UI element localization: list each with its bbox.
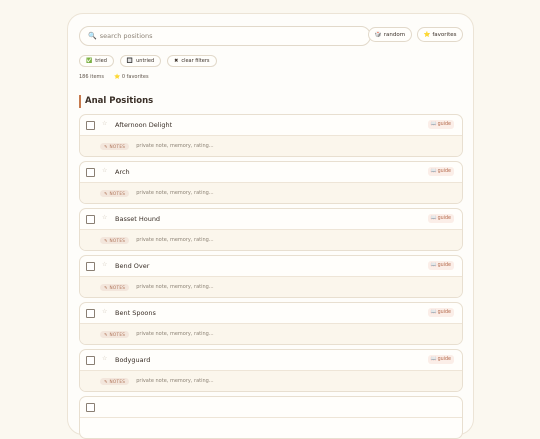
guide-button[interactable]: 📖 guide (427, 308, 454, 317)
position-name: Bend Over (115, 262, 150, 270)
position-name: Bent Spoons (115, 309, 156, 317)
guide-label: guide (437, 310, 451, 315)
note-placeholder: private note, memory, rating... (136, 237, 214, 243)
checkmark-icon: ✅ (86, 58, 93, 64)
book-icon: 📖 (430, 310, 437, 315)
position-name: Afternoon Delight (115, 121, 173, 129)
guide-label: guide (437, 216, 451, 221)
book-icon: 📖 (430, 122, 437, 127)
notes-row[interactable]: ✎ NOTES private note, memory, rating... (80, 183, 462, 203)
favorite-star-icon[interactable]: ☆ (102, 308, 107, 315)
notes-tag: ✎ NOTES (100, 236, 130, 244)
star-icon: ⭐ (114, 74, 121, 80)
position-name: Arch (115, 168, 130, 176)
note-placeholder: private note, memory, rating... (136, 284, 214, 290)
search-icon: 🔍 (88, 32, 97, 40)
book-icon: 📖 (430, 169, 437, 174)
tried-checkbox[interactable] (86, 309, 95, 318)
guide-label: guide (437, 122, 451, 127)
clear-filters-button[interactable]: ✖ clear filters (167, 55, 217, 67)
notes-row[interactable]: ✎ NOTES private note, memory, rating... (80, 324, 462, 344)
search-input[interactable] (99, 32, 350, 40)
position-name: Basset Hound (115, 215, 161, 223)
notes-tag: ✎ NOTES (100, 377, 130, 385)
stats-row: 186 items ⭐ 0 favorites (79, 74, 149, 80)
list-item: ☆ Bend Over 📖 guide ✎ NOTES private note… (79, 255, 463, 298)
notes-row[interactable]: ✎ NOTES private note, memory, rating... (80, 277, 462, 297)
notes-tag: ✎ NOTES (100, 142, 130, 150)
favorites-count: ⭐ 0 favorites (114, 74, 149, 80)
item-header: ☆ Bodyguard 📖 guide (80, 350, 462, 371)
favorites-button[interactable]: ⭐ favorites (417, 27, 463, 42)
random-button[interactable]: 🎲 random (368, 27, 412, 42)
tried-checkbox[interactable] (86, 403, 95, 412)
notes-tag: ✎ NOTES (100, 189, 130, 197)
guide-button[interactable]: 📖 guide (427, 214, 454, 223)
book-icon: 📖 (430, 357, 437, 362)
guide-button[interactable]: 📖 guide (427, 120, 454, 129)
tried-checkbox[interactable] (86, 262, 95, 271)
book-icon: 📖 (430, 263, 437, 268)
guide-button[interactable]: 📖 guide (427, 261, 454, 270)
guide-button[interactable]: 📖 guide (427, 167, 454, 176)
top-bar: 🔍 🎲 random ⭐ favorites (79, 26, 463, 46)
notes-row[interactable]: ✎ NOTES private note, memory, rating... (80, 136, 462, 156)
tried-checkbox[interactable] (86, 121, 95, 130)
notes-row[interactable]: ✎ NOTES private note, memory, rating... (80, 371, 462, 391)
item-header (80, 397, 462, 418)
filter-label: untried (136, 58, 155, 64)
filter-label: clear filters (181, 58, 210, 64)
note-placeholder: private note, memory, rating... (136, 331, 214, 337)
random-label: random (383, 31, 406, 38)
empty-box-icon: 🔲 (126, 58, 134, 64)
list-item (79, 396, 463, 439)
main-card: 🔍 🎲 random ⭐ favorites ✅ tried 🔲 untried… (67, 13, 474, 439)
list-item: ☆ Arch 📖 guide ✎ NOTES private note, mem… (79, 161, 463, 204)
favorite-star-icon[interactable]: ☆ (102, 120, 107, 127)
favorites-label: favorites (432, 31, 457, 38)
guide-label: guide (437, 169, 451, 174)
section-title: Anal Positions (79, 95, 153, 108)
favorite-star-icon[interactable]: ☆ (102, 261, 107, 268)
favorites-count-label: 0 favorites (121, 74, 149, 80)
notes-tag: ✎ NOTES (100, 283, 130, 291)
tried-checkbox[interactable] (86, 168, 95, 177)
notes-tag: ✎ NOTES (100, 330, 130, 338)
filter-tried[interactable]: ✅ tried (79, 55, 114, 67)
list-item: ☆ Afternoon Delight 📖 guide ✎ NOTES priv… (79, 114, 463, 157)
tried-checkbox[interactable] (86, 356, 95, 365)
filter-untried[interactable]: 🔲 untried (119, 55, 162, 67)
star-icon: ⭐ (423, 31, 431, 38)
item-header: ☆ Basset Hound 📖 guide (80, 209, 462, 230)
tried-checkbox[interactable] (86, 215, 95, 224)
search-box[interactable]: 🔍 (79, 26, 371, 46)
note-placeholder: private note, memory, rating... (136, 190, 214, 196)
guide-label: guide (437, 263, 451, 268)
favorite-star-icon[interactable]: ☆ (102, 167, 107, 174)
item-header: ☆ Bent Spoons 📖 guide (80, 303, 462, 324)
list-item: ☆ Basset Hound 📖 guide ✎ NOTES private n… (79, 208, 463, 251)
position-name: Bodyguard (115, 356, 151, 364)
item-count: 186 items (79, 74, 105, 80)
favorite-star-icon[interactable]: ☆ (102, 355, 107, 362)
filter-label: tried (95, 58, 107, 64)
notes-row[interactable]: ✎ NOTES private note, memory, rating... (80, 230, 462, 250)
dice-icon: 🎲 (374, 31, 382, 38)
close-icon: ✖ (174, 58, 179, 64)
favorite-star-icon[interactable]: ☆ (102, 214, 107, 221)
guide-label: guide (437, 357, 451, 362)
note-placeholder: private note, memory, rating... (136, 378, 214, 384)
item-header: ☆ Bend Over 📖 guide (80, 256, 462, 277)
filter-bar: ✅ tried 🔲 untried ✖ clear filters (79, 55, 217, 68)
list-item: ☆ Bent Spoons 📖 guide ✎ NOTES private no… (79, 302, 463, 345)
list-item: ☆ Bodyguard 📖 guide ✎ NOTES private note… (79, 349, 463, 392)
item-header: ☆ Afternoon Delight 📖 guide (80, 115, 462, 136)
guide-button[interactable]: 📖 guide (427, 355, 454, 364)
book-icon: 📖 (430, 216, 437, 221)
note-placeholder: private note, memory, rating... (136, 143, 214, 149)
item-header: ☆ Arch 📖 guide (80, 162, 462, 183)
